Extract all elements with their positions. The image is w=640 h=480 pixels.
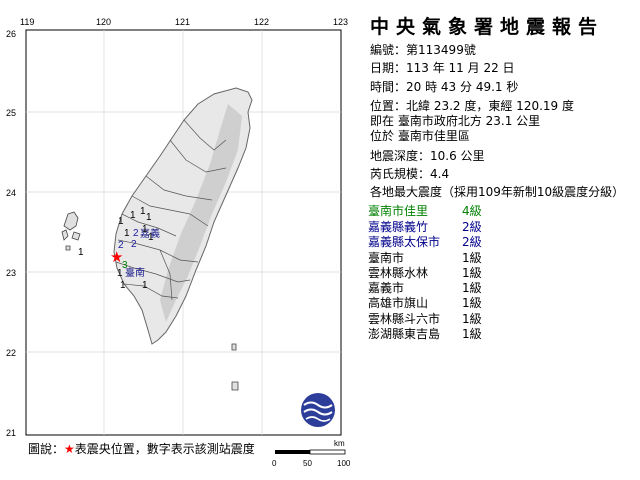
lon-tick-121: 121: [175, 17, 190, 27]
green-island: [231, 343, 237, 351]
intensity-mark: 1: [146, 212, 152, 223]
magnitude-label: 芮氏規模：: [370, 167, 431, 181]
scale-unit: km: [334, 439, 345, 448]
report-time-row: 時間：20 時 43 分 49.1 秒: [370, 78, 518, 95]
date-label: 日期：: [370, 61, 407, 75]
legend-prefix: 圖說：: [28, 442, 65, 456]
report-depth: 10.6 公里: [430, 149, 485, 163]
scale-tick-100: 100: [337, 459, 351, 468]
report-located-in: 位於 臺南市佳里區: [370, 129, 470, 143]
epicenter-map: 119 120 121 122 123 26 25 24 23 22 21 嘉義…: [6, 17, 351, 468]
lat-tick-24: 24: [6, 188, 16, 198]
report-magnitude-row: 芮氏規模：4.4: [370, 165, 449, 182]
intensity-mark: 2: [133, 228, 139, 239]
station-name: 臺南市佳里: [368, 204, 429, 218]
intensity-heading: 各地最大震度（採用109年新制10級震度分級）: [370, 185, 625, 199]
station-level: 4級: [462, 204, 482, 218]
scale-bar: km 0 50 100: [272, 439, 351, 468]
station-name: 澎湖縣東吉島: [368, 327, 441, 341]
intensity-mark: 2: [131, 239, 137, 250]
report-title: 中央氣象署地震報告: [370, 16, 605, 38]
station-name: 高雄市旗山: [368, 296, 429, 310]
report-number: 第113499號: [406, 43, 476, 57]
intensity-mark: 1: [118, 216, 124, 227]
city-label-tainan: 臺南: [125, 266, 145, 279]
intensity-mark: 1: [148, 232, 154, 243]
lat-tick-22: 22: [6, 348, 16, 358]
lon-tick-120: 120: [96, 17, 111, 27]
station-row: 臺南市佳里 4級: [368, 202, 482, 219]
station-level: 2級: [462, 235, 482, 249]
scale-tick-0: 0: [272, 459, 277, 468]
lon-tick-119: 119: [20, 17, 34, 27]
intensity-mark: 1: [124, 228, 130, 239]
lat-tick-25: 25: [6, 108, 16, 118]
orchid-island: [231, 381, 239, 391]
legend-text: 表震央位置，數字表示該測站震度: [74, 442, 255, 456]
depth-label: 地震深度：: [370, 149, 431, 163]
legend-star-icon: ★: [64, 442, 75, 456]
intensity-mark: 1: [142, 280, 148, 291]
report-depth-row: 地震深度：10.6 公里: [370, 147, 485, 164]
report-time: 20 時 43 分 49.1 秒: [406, 80, 519, 94]
lat-tick-21: 21: [6, 428, 16, 438]
number-label: 編號：: [370, 43, 407, 57]
station-level: 1級: [462, 296, 482, 310]
time-label: 時間：: [370, 80, 407, 94]
report-date-row: 日期：113 年 11 月 22 日: [370, 59, 515, 76]
intensity-mark: 1: [130, 210, 136, 221]
scale-tick-50: 50: [303, 459, 312, 468]
report-number-row: 編號：第113499號: [370, 41, 476, 58]
intensity-mark: 1: [117, 268, 123, 279]
station-row: 高雄市旗山 1級: [368, 294, 482, 311]
lat-tick-26: 26: [6, 29, 16, 39]
lat-tick-23: 23: [6, 268, 16, 278]
lon-tick-123: 123: [333, 17, 348, 27]
station-row: 澎湖縣東吉島 1級: [368, 325, 482, 342]
epicenter-star-icon: ★: [110, 248, 123, 266]
map-legend: 圖說：★表震央位置，數字表示該測站震度: [28, 440, 255, 457]
report-date: 113 年 11 月 22 日: [406, 61, 515, 75]
station-name: 嘉義縣太保市: [368, 235, 441, 249]
lon-tick-122: 122: [254, 17, 269, 27]
station-row: 嘉義縣太保市 2級: [368, 233, 482, 250]
station-level: 1級: [462, 327, 482, 341]
cwa-logo: [301, 393, 335, 427]
intensity-mark: 1: [78, 247, 84, 258]
report-magnitude: 4.4: [430, 167, 450, 181]
intensity-mark: 1: [120, 280, 126, 291]
